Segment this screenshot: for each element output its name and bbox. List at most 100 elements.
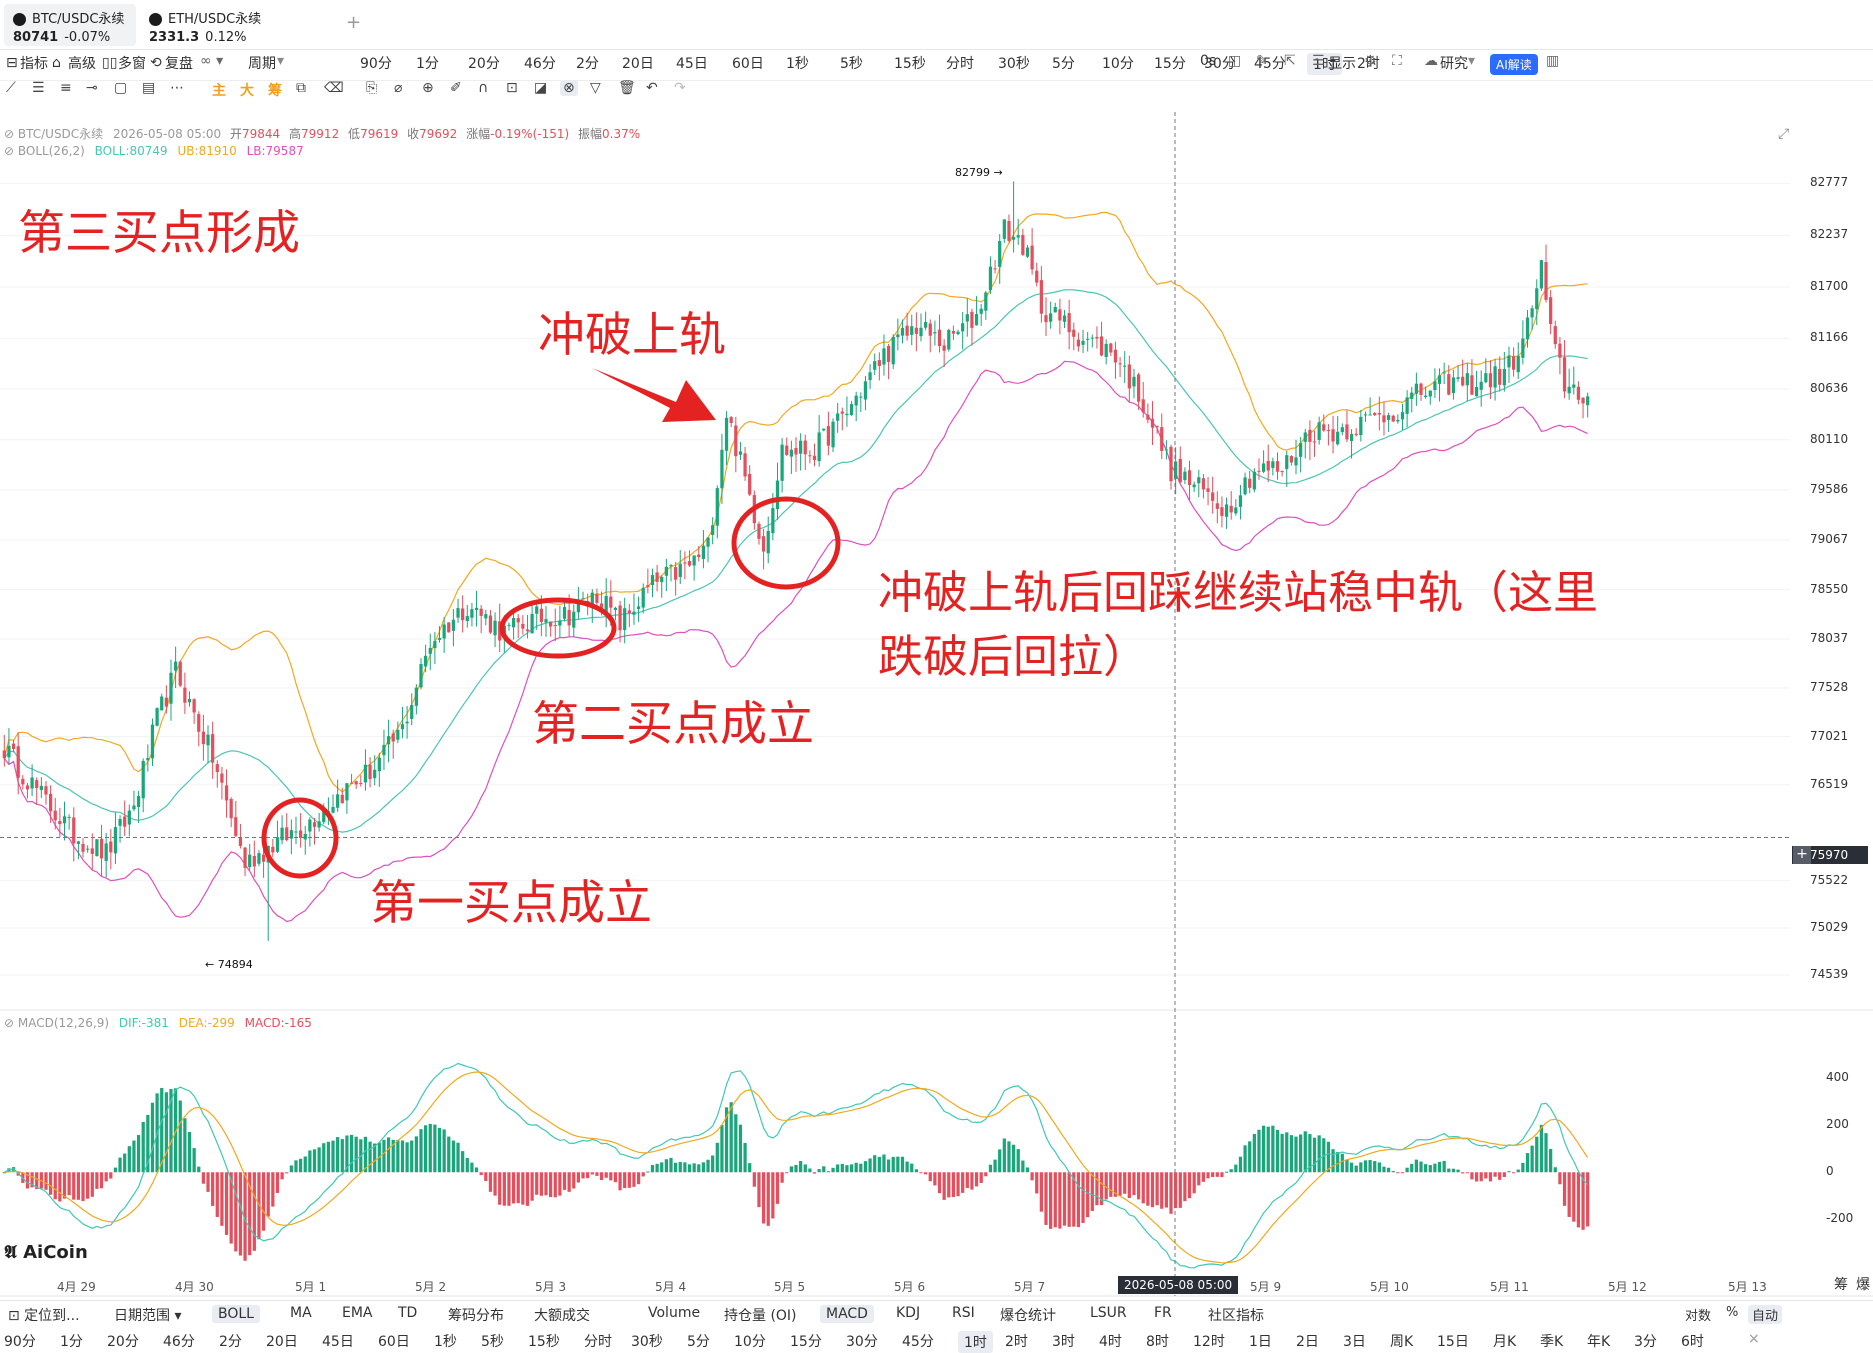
- macd-histogram-bar: [979, 1172, 983, 1184]
- indicator-13[interactable]: 爆仓统计: [1000, 1305, 1056, 1325]
- bottom-interval-15[interactable]: 15分: [790, 1331, 822, 1351]
- bottom-interval-3[interactable]: 46分: [163, 1331, 195, 1351]
- indicator-11[interactable]: KDJ: [896, 1305, 920, 1321]
- candle-body: [345, 783, 349, 801]
- macd-histogram-bar: [1086, 1172, 1090, 1218]
- bottom-interval-21[interactable]: 4时: [1099, 1331, 1122, 1351]
- bottom-interval-0[interactable]: 90分: [4, 1331, 36, 1351]
- candle-body: [900, 328, 905, 336]
- bottom-interval-12[interactable]: 30秒: [631, 1331, 663, 1351]
- expand-icon[interactable]: ⤢: [1778, 126, 1789, 142]
- bottom-interval-32[interactable]: 3分: [1634, 1331, 1657, 1351]
- indicator-16[interactable]: 社区指标: [1208, 1305, 1264, 1325]
- bottom-interval-11[interactable]: 分时: [584, 1331, 612, 1351]
- indicator-14[interactable]: LSUR: [1090, 1305, 1127, 1321]
- indicator-8[interactable]: Volume: [648, 1305, 700, 1321]
- candle-body: [822, 428, 826, 431]
- bottom-interval-29[interactable]: 月K: [1493, 1331, 1516, 1351]
- bottom-interval-9[interactable]: 5秒: [481, 1331, 504, 1351]
- indicator-10[interactable]: MACD: [820, 1305, 874, 1323]
- macd-histogram-bar: [76, 1172, 81, 1200]
- candle-body: [1025, 247, 1030, 257]
- liquidation-side-label[interactable]: 爆: [1856, 1274, 1870, 1294]
- candle-body: [1201, 478, 1206, 490]
- bottom-interval-14[interactable]: 10分: [734, 1331, 766, 1351]
- time-tick-label: 5月 11: [1490, 1280, 1529, 1294]
- chips-side-label[interactable]: 筹: [1834, 1274, 1848, 1294]
- price-tick-label: 77021: [1810, 728, 1849, 743]
- candle-body: [39, 785, 43, 791]
- bottom-interval-27[interactable]: 周K: [1390, 1331, 1413, 1351]
- bottom-interval-23[interactable]: 12时: [1193, 1331, 1225, 1351]
- bottom-interval-6[interactable]: 45日: [322, 1331, 354, 1351]
- auto-scale-toggle[interactable]: 自动: [1748, 1305, 1783, 1324]
- bottom-interval-1[interactable]: 1分: [60, 1331, 83, 1351]
- candle-body: [715, 488, 719, 526]
- eye-icon[interactable]: ⊘: [4, 127, 18, 141]
- bottom-interval-31[interactable]: 年K: [1587, 1331, 1610, 1351]
- bottom-interval-10[interactable]: 15秒: [528, 1331, 560, 1351]
- bottom-interval-30[interactable]: 季K: [1540, 1331, 1563, 1351]
- bottom-interval-33[interactable]: 6时: [1681, 1331, 1704, 1351]
- macd-histogram-bar: [775, 1172, 780, 1204]
- bottom-interval-24[interactable]: 1日: [1249, 1331, 1272, 1351]
- macd-histogram-bar: [609, 1172, 613, 1181]
- bottom-interval-20[interactable]: 3时: [1052, 1331, 1075, 1351]
- macd-histogram-bar: [1257, 1129, 1261, 1173]
- macd-histogram-bar: [95, 1172, 99, 1189]
- bottom-interval-4[interactable]: 2分: [219, 1331, 242, 1351]
- macd-histogram-bar: [1345, 1159, 1349, 1173]
- bottom-interval-18[interactable]: 1时: [958, 1331, 993, 1353]
- macd-histogram-bar: [206, 1172, 210, 1192]
- bottom-interval-13[interactable]: 5分: [687, 1331, 710, 1351]
- indicator-9[interactable]: 持仓量 (OI): [724, 1305, 797, 1325]
- candle-body: [400, 724, 405, 730]
- indicator-5[interactable]: TD: [398, 1305, 417, 1321]
- indicator-4[interactable]: EMA: [342, 1305, 373, 1321]
- bottom-interval-22[interactable]: 8时: [1146, 1331, 1169, 1351]
- add-alert-icon[interactable]: +: [1793, 846, 1811, 864]
- bottom-interval-28[interactable]: 15日: [1437, 1331, 1469, 1351]
- bottom-interval-25[interactable]: 2日: [1296, 1331, 1319, 1351]
- candle-body: [558, 620, 562, 626]
- bottom-interval-2[interactable]: 20分: [107, 1331, 139, 1351]
- close-icon[interactable]: ×: [1748, 1331, 1760, 1347]
- candle-body: [99, 838, 104, 859]
- bottom-interval-7[interactable]: 60日: [378, 1331, 410, 1351]
- indicator-0[interactable]: ⊡ 定位到...: [8, 1305, 80, 1325]
- log-scale-toggle[interactable]: 对数: [1685, 1305, 1711, 1324]
- candle-body: [67, 817, 71, 819]
- eye-icon[interactable]: ⊘: [4, 144, 18, 158]
- macd-histogram-bar: [1368, 1160, 1372, 1173]
- percent-toggle[interactable]: %: [1726, 1305, 1738, 1320]
- indicator-6[interactable]: 筹码分布: [448, 1305, 504, 1325]
- candle-body: [1363, 414, 1368, 416]
- bottom-interval-19[interactable]: 2时: [1005, 1331, 1028, 1351]
- macd-histogram-bar: [627, 1172, 631, 1188]
- macd-histogram-bar: [382, 1139, 386, 1173]
- indicator-12[interactable]: RSI: [952, 1305, 975, 1321]
- eye-icon[interactable]: ⊘: [4, 1016, 18, 1030]
- macd-histogram-bar: [951, 1172, 956, 1198]
- macd-histogram-bar: [1410, 1163, 1414, 1173]
- legend-close: 79692: [419, 127, 458, 141]
- indicator-15[interactable]: FR: [1154, 1305, 1172, 1321]
- candle-body: [1354, 433, 1358, 436]
- indicator-3[interactable]: MA: [290, 1305, 312, 1321]
- indicator-1[interactable]: 日期范围 ▾: [114, 1305, 181, 1325]
- bottom-interval-16[interactable]: 30分: [846, 1331, 878, 1351]
- macd-histogram-bar: [1396, 1172, 1400, 1174]
- bottom-interval-5[interactable]: 20日: [266, 1331, 298, 1351]
- indicator-2[interactable]: BOLL: [212, 1305, 260, 1323]
- bottom-interval-26[interactable]: 3日: [1343, 1331, 1366, 1351]
- bottom-interval-17[interactable]: 45分: [902, 1331, 934, 1351]
- legend-change-label: 涨幅: [466, 127, 491, 141]
- indicator-7[interactable]: 大额成交: [534, 1305, 590, 1325]
- candle-body: [748, 474, 752, 495]
- candle-body: [1248, 478, 1252, 488]
- candle-body: [187, 698, 192, 703]
- bottom-interval-8[interactable]: 1秒: [434, 1331, 457, 1351]
- candle-body: [910, 326, 914, 335]
- macd-histogram-bar: [859, 1163, 863, 1173]
- candle-body: [146, 758, 150, 761]
